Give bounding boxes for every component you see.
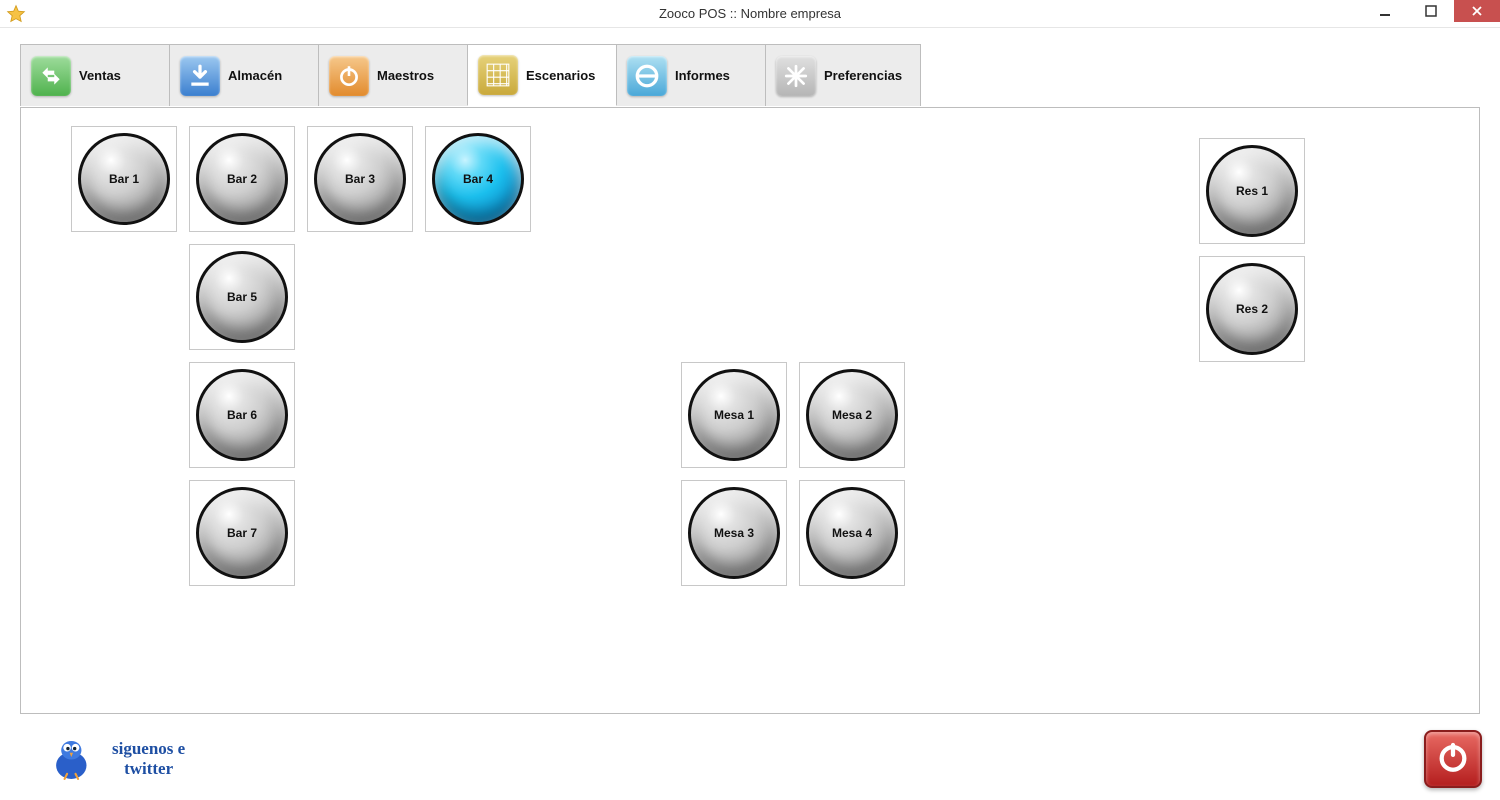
twitter-text-line2: twitter xyxy=(112,759,185,779)
scenario-item-mesa-1[interactable]: Mesa 1 xyxy=(681,362,787,468)
tab-label: Informes xyxy=(675,68,730,83)
twitter-text: siguenos e twitter xyxy=(112,739,185,778)
tab-label: Escenarios xyxy=(526,68,595,83)
power-icon xyxy=(329,56,369,96)
title-bar: Zooco POS :: Nombre empresa xyxy=(0,0,1500,28)
scenario-item-bar-3[interactable]: Bar 3 xyxy=(307,126,413,232)
scenario-item-label: Mesa 1 xyxy=(714,408,754,422)
twitter-link[interactable]: siguenos e twitter xyxy=(46,730,185,789)
scenario-item-label: Bar 7 xyxy=(227,526,257,540)
tab-escenarios[interactable]: Escenarios xyxy=(467,44,617,106)
scenario-item-mesa-2[interactable]: Mesa 2 xyxy=(799,362,905,468)
scenario-item-bar-7[interactable]: Bar 7 xyxy=(189,480,295,586)
tab-maestros[interactable]: Maestros xyxy=(318,44,468,106)
scenario-item-mesa-4[interactable]: Mesa 4 xyxy=(799,480,905,586)
scenario-item-label: Bar 3 xyxy=(345,172,375,186)
tab-strip: Ventas Almacén Maestros Escenarios Informes P… xyxy=(20,44,1480,106)
tab-label: Almacén xyxy=(228,68,282,83)
tab-preferencias[interactable]: Preferencias xyxy=(765,44,921,106)
asterisk-icon xyxy=(776,56,816,96)
tab-label: Preferencias xyxy=(824,68,902,83)
scenario-item-label: Bar 4 xyxy=(463,172,493,186)
grid-icon xyxy=(478,55,518,95)
tab-almacen[interactable]: Almacén xyxy=(169,44,319,106)
scenario-item-res-1[interactable]: Res 1 xyxy=(1199,138,1305,244)
scenario-item-label: Bar 1 xyxy=(109,172,139,186)
scenario-item-label: Mesa 3 xyxy=(714,526,754,540)
scenario-item-label: Mesa 2 xyxy=(832,408,872,422)
disc-icon xyxy=(627,56,667,96)
scenario-item-label: Bar 5 xyxy=(227,290,257,304)
scenario-item-bar-6[interactable]: Bar 6 xyxy=(189,362,295,468)
tab-informes[interactable]: Informes xyxy=(616,44,766,106)
scenario-item-bar-1[interactable]: Bar 1 xyxy=(71,126,177,232)
twitter-bird-icon xyxy=(46,730,100,789)
scenario-item-bar-2[interactable]: Bar 2 xyxy=(189,126,295,232)
scenario-item-bar-4[interactable]: Bar 4 xyxy=(425,126,531,232)
scenario-item-label: Bar 6 xyxy=(227,408,257,422)
scenario-item-label: Res 1 xyxy=(1236,184,1268,198)
tab-ventas[interactable]: Ventas xyxy=(20,44,170,106)
scenario-item-label: Res 2 xyxy=(1236,302,1268,316)
maximize-button[interactable] xyxy=(1408,0,1454,22)
scenario-item-label: Bar 2 xyxy=(227,172,257,186)
scenario-item-mesa-3[interactable]: Mesa 3 xyxy=(681,480,787,586)
scenario-canvas[interactable]: Bar 1 Bar 2 Bar 3 Bar 4 Bar 5 Bar 6 Bar 7 Mesa … xyxy=(20,107,1480,714)
window-controls xyxy=(1362,0,1500,27)
power-off-button[interactable] xyxy=(1424,730,1482,788)
download-icon xyxy=(180,56,220,96)
tab-label: Ventas xyxy=(79,68,121,83)
twitter-text-line1: siguenos e xyxy=(112,739,185,759)
scenario-item-label: Mesa 4 xyxy=(832,526,872,540)
power-icon xyxy=(1436,740,1470,779)
minimize-button[interactable] xyxy=(1362,0,1408,22)
tab-label: Maestros xyxy=(377,68,434,83)
close-button[interactable] xyxy=(1454,0,1500,22)
scenario-item-res-2[interactable]: Res 2 xyxy=(1199,256,1305,362)
window-title: Zooco POS :: Nombre empresa xyxy=(0,6,1500,21)
footer-bar: siguenos e twitter xyxy=(0,718,1500,800)
scenario-item-bar-5[interactable]: Bar 5 xyxy=(189,244,295,350)
arrows-icon xyxy=(31,56,71,96)
app-favicon xyxy=(6,4,26,24)
